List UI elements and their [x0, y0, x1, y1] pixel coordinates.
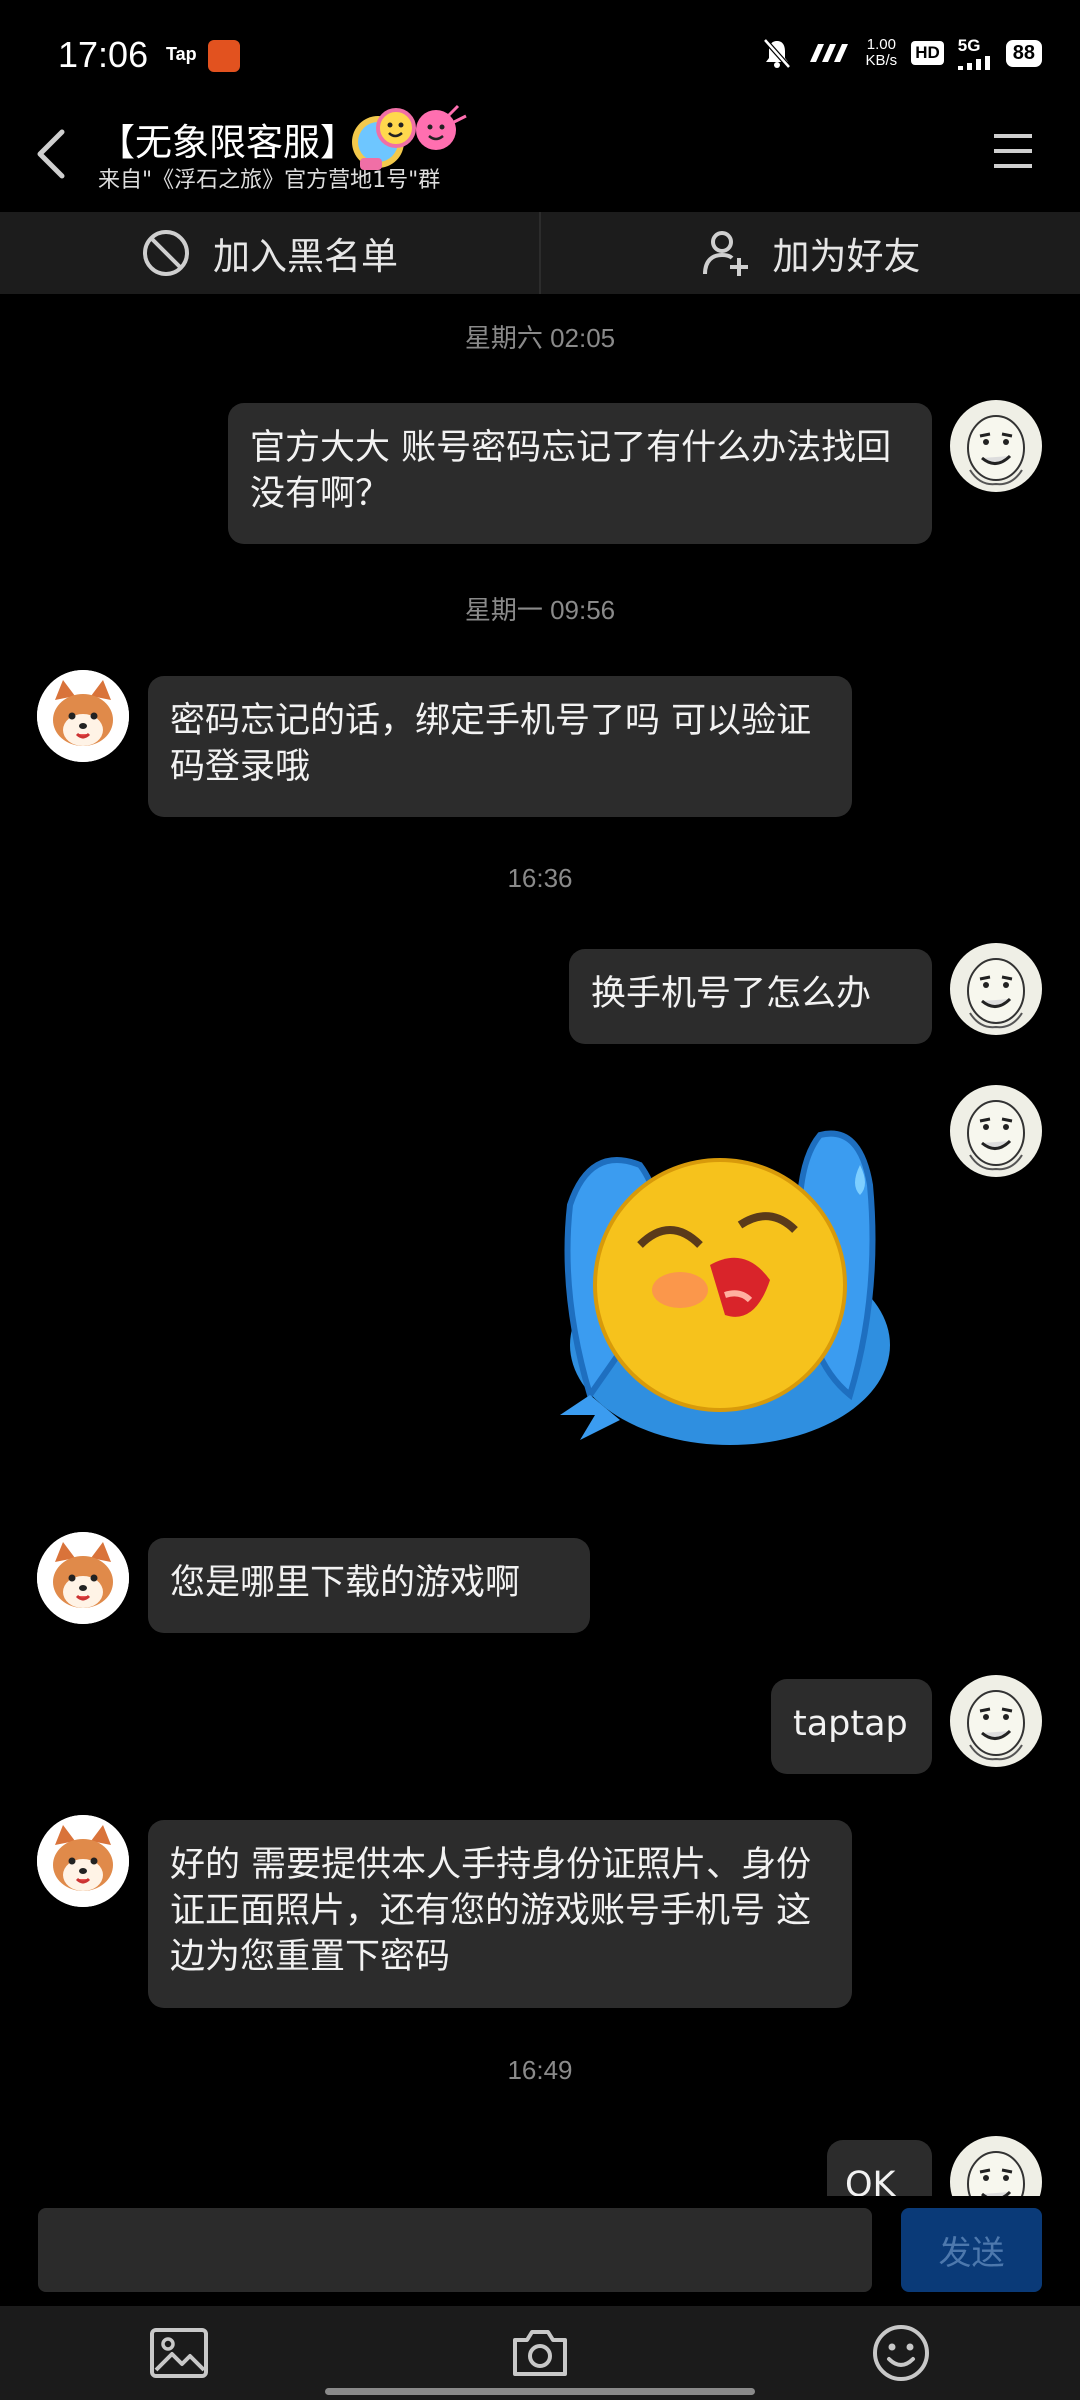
meme-face-avatar-icon: [967, 415, 1025, 486]
tap-app-indicator: Tap: [166, 44, 197, 64]
block-icon: [143, 230, 189, 276]
home-indicator[interactable]: [325, 2388, 755, 2395]
user-avatar[interactable]: [950, 1085, 1042, 1177]
support-avatar[interactable]: [37, 1532, 129, 1624]
shiba-dog-avatar-icon: [37, 1815, 129, 1907]
camera-icon[interactable]: [509, 2322, 571, 2384]
network-speed: 1.00 KB/s: [866, 37, 898, 69]
shiba-dog-avatar-icon: [37, 1532, 129, 1624]
timestamp: 星期六 02:05: [464, 323, 616, 353]
meme-face-avatar-icon: [967, 1690, 1025, 1761]
timestamp: 16:36: [507, 863, 573, 893]
speed-value: 1.00: [866, 36, 896, 53]
message-bubble-outgoing[interactable]: 换手机号了怎么办: [569, 949, 932, 1044]
user-avatar[interactable]: [950, 943, 1042, 1035]
hd-voice-badge: HD: [911, 41, 944, 65]
timestamp: 16:49: [507, 2055, 573, 2085]
shiba-dog-avatar-icon: [37, 670, 129, 762]
image-icon[interactable]: [148, 2322, 210, 2384]
add-friend-button[interactable]: 加为好友: [539, 212, 1080, 294]
timestamp: 星期一 09:56: [464, 595, 616, 625]
add-to-blacklist-label: 加入黑名单: [213, 235, 398, 278]
message-bubble-outgoing[interactable]: 官方大大 账号密码忘记了有什么办法找回没有啊？: [228, 403, 932, 544]
emoji-icon[interactable]: [870, 2322, 932, 2384]
meme-face-avatar-icon: [967, 1100, 1025, 1171]
message-bubble-incoming[interactable]: 好的 需要提供本人手持身份证照片、身份证正面照片，还有您的游戏账号手机号 这边为…: [148, 1820, 852, 2008]
meme-face-avatar-icon: [967, 958, 1025, 1029]
carrier-logo-icon: [809, 44, 848, 62]
message-bubble-outgoing[interactable]: taptap: [771, 1679, 932, 1774]
message-clip: OK: [827, 2140, 932, 2196]
speed-unit: KB/s: [865, 52, 898, 69]
message-bubble-incoming[interactable]: 您是哪里下载的游戏啊: [148, 1538, 590, 1633]
signal-bars-icon: [957, 56, 990, 70]
status-bar: 17:06 Tap 1.00 KB/s HD 5G 88: [0, 0, 1080, 110]
action-bar: 加入黑名单 加为好友: [0, 212, 1080, 294]
avatar-clip: [950, 2136, 1042, 2196]
add-friend-label: 加为好友: [772, 235, 921, 278]
support-avatar[interactable]: [37, 1815, 129, 1907]
add-user-icon: [702, 231, 748, 276]
mute-bell-icon: [762, 38, 791, 69]
send-button[interactable]: 发送: [901, 2208, 1042, 2292]
message-bubble-incoming[interactable]: 密码忘记的话，绑定手机号了吗 可以验证码登录哦: [148, 676, 852, 817]
user-avatar[interactable]: [950, 2136, 1042, 2196]
app-notification-icon: [208, 40, 240, 72]
back-arrow-icon[interactable]: [30, 126, 74, 182]
message-bubble-outgoing[interactable]: OK: [827, 2140, 932, 2196]
message-input[interactable]: [38, 2208, 872, 2292]
title-badge-icon: [352, 104, 467, 170]
user-avatar[interactable]: [950, 1675, 1042, 1767]
meme-face-avatar-icon: [967, 2151, 1025, 2196]
menu-icon[interactable]: [992, 132, 1034, 170]
chat-title: 【无象限客服】: [98, 121, 357, 164]
network-type: 5G: [957, 36, 981, 55]
status-time: 17:06: [58, 34, 149, 75]
status-indicators: 1.00 KB/s HD 5G 88: [762, 36, 1042, 70]
support-avatar[interactable]: [37, 670, 129, 762]
battery-indicator: 88: [1005, 39, 1042, 67]
add-to-blacklist-button[interactable]: 加入黑名单: [0, 212, 539, 294]
signal-indicator: 5G: [957, 36, 992, 70]
user-avatar[interactable]: [950, 400, 1042, 492]
crying-emoji-sticker[interactable]: [530, 1095, 910, 1475]
